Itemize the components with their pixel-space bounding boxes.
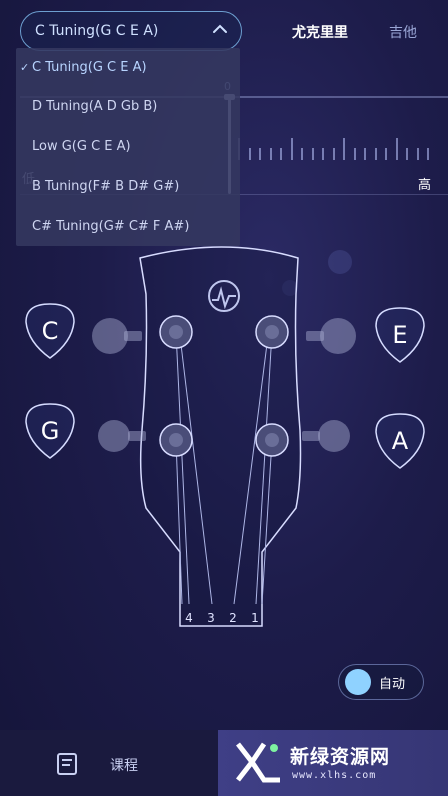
note-pick-e[interactable]: E xyxy=(372,304,428,366)
document-icon xyxy=(57,753,77,775)
dropdown-item-label: B Tuning(F# B D# G#) xyxy=(32,178,180,194)
nav-course[interactable]: 课程 xyxy=(0,730,218,796)
meter-tick xyxy=(301,148,303,160)
meter-tick xyxy=(259,148,261,160)
note-label-a: A xyxy=(391,427,409,455)
meter-ticks xyxy=(238,134,438,160)
dropdown-item-label: C# Tuning(G# C# F A#) xyxy=(32,218,190,234)
meter-tick xyxy=(248,148,251,160)
meter-tick xyxy=(353,148,356,160)
meter-tick xyxy=(332,148,335,160)
note-label-e: E xyxy=(392,321,408,349)
watermark: 新绿资源网 www.xlhs.com xyxy=(232,736,442,792)
dropdown-item-d-tuning[interactable]: D Tuning(A D Gb B) xyxy=(16,87,240,125)
tab-ukulele[interactable]: 尤克里里 xyxy=(292,22,348,42)
check-icon: ✓ xyxy=(20,60,30,74)
toggle-knob xyxy=(345,669,371,695)
note-pick-a[interactable]: A xyxy=(372,410,428,472)
meter-tick xyxy=(290,138,293,160)
glow-spot xyxy=(328,250,352,274)
nav-course-label: 课程 xyxy=(110,758,138,774)
bottom-nav: 课程 新绿资源网 www.xlhs.com xyxy=(0,730,448,796)
watermark-logo-icon xyxy=(236,742,280,783)
meter-tick xyxy=(269,148,272,160)
dropdown-item-label: Low G(G C E A) xyxy=(32,138,131,154)
meter-tick xyxy=(311,148,314,160)
tab-guitar[interactable]: 吉他 xyxy=(389,22,417,42)
tuning-peg xyxy=(159,315,193,349)
meter-high-label: 高 xyxy=(418,178,432,193)
watermark-text: 新绿资源网 xyxy=(290,746,391,768)
tuning-key xyxy=(98,420,146,452)
chevron-up-icon xyxy=(213,24,227,33)
note-pick-g[interactable]: G xyxy=(22,400,78,462)
tuning-select-value: C Tuning(G C E A) xyxy=(35,23,159,39)
string-number-4: 4 xyxy=(185,611,193,625)
dropdown-item-low-g[interactable]: Low G(G C E A) xyxy=(16,127,240,165)
dropdown-item-label: D Tuning(A D Gb B) xyxy=(32,98,158,114)
meter-tick xyxy=(343,138,345,160)
meter-tick xyxy=(364,148,366,160)
tuning-peg xyxy=(255,423,289,457)
meter-tick xyxy=(427,148,429,160)
tuning-peg xyxy=(159,423,193,457)
meter-tick xyxy=(322,148,324,160)
string-number-2: 2 xyxy=(229,611,237,625)
tuning-select[interactable]: C Tuning(G C E A) xyxy=(20,11,242,51)
dropdown-item-c-tuning[interactable]: ✓ C Tuning(G C E A) xyxy=(16,48,240,86)
dropdown-item-b-tuning[interactable]: B Tuning(F# B D# G#) xyxy=(16,167,240,205)
meter-tick xyxy=(406,148,408,160)
note-label-c: C xyxy=(41,317,59,345)
meter-tick xyxy=(280,148,282,160)
dropdown-item-c-sharp-tuning[interactable]: C# Tuning(G# C# F A#) xyxy=(16,207,240,245)
dropdown-item-label: C Tuning(G C E A) xyxy=(32,59,147,75)
auto-toggle-label: 自动 xyxy=(379,676,406,692)
tuning-key xyxy=(302,420,350,452)
watermark-url: www.xlhs.com xyxy=(292,770,377,781)
note-pick-c[interactable]: C xyxy=(22,300,78,362)
tuning-peg xyxy=(255,315,289,349)
auto-toggle[interactable]: 自动 xyxy=(338,664,424,700)
tuning-key xyxy=(92,318,142,354)
tuning-key xyxy=(306,318,356,354)
string-number-3: 3 xyxy=(207,611,215,625)
note-label-g: G xyxy=(40,417,60,445)
tuning-dropdown: ✓ C Tuning(G C E A) D Tuning(A D Gb B) L… xyxy=(16,48,240,246)
meter-tick xyxy=(385,148,387,160)
meter-tick xyxy=(374,148,377,160)
string-number-1: 1 xyxy=(251,611,259,625)
meter-tick xyxy=(416,148,419,160)
meter-tick xyxy=(395,138,398,160)
